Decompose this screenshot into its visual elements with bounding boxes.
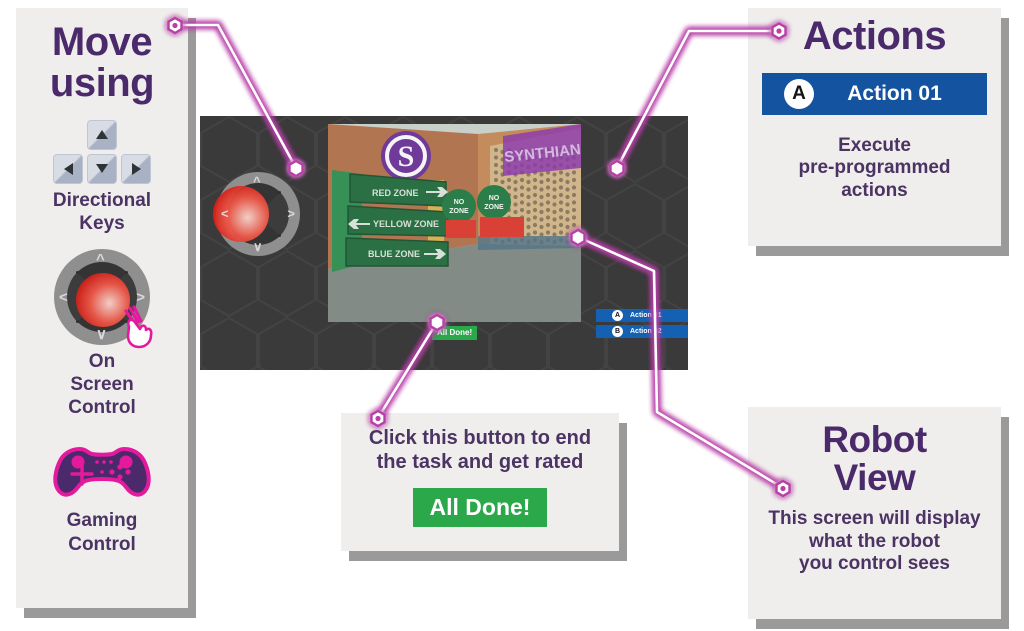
actions-desc-line2: pre-programmed [798, 157, 951, 179]
joystick-up-icon: ^ [96, 250, 105, 268]
sim-joystick-right-icon[interactable]: > [287, 207, 295, 220]
gamepad-icon [53, 447, 151, 498]
sim-joystick-up-icon[interactable]: ^ [253, 175, 261, 188]
robot-view-desc-line3: you control sees [799, 553, 950, 575]
on-screen-control-label-line3: Control [68, 397, 136, 419]
sim-action-b-badge: B [612, 326, 623, 337]
gaming-control-label-line1: Gaming [66, 510, 138, 532]
sim-action-a-label: Action 01 [630, 312, 662, 319]
sidebar-title-line1: Move [51, 20, 153, 64]
sim-joystick-left-icon[interactable]: < [221, 207, 229, 220]
sim-action-button-b[interactable]: B Action 02 [596, 325, 688, 338]
on-screen-control-label-line1: On [88, 350, 116, 372]
sidebar-title-line2: using [49, 60, 155, 105]
all-done-desc-line2: the task and get rated [376, 450, 584, 473]
key-up-icon[interactable] [87, 119, 117, 150]
all-done-callout-card: Click this button to end the task and ge… [341, 413, 619, 551]
onscreen-joystick-icon: ^ ∨ < > [54, 248, 153, 349]
key-down-icon[interactable] [87, 153, 117, 184]
sidebar-item-on-screen-control[interactable]: ^ ∨ < > On Screen Control [16, 248, 188, 420]
actions-desc-line1: Execute [838, 134, 911, 156]
key-right-icon[interactable] [121, 153, 151, 184]
camera-scene: SYNTHIAN S RED ZONE YELLOW ZONE BLUE ZON… [328, 124, 581, 322]
robot-camera-feed: SYNTHIAN S RED ZONE YELLOW ZONE BLUE ZON… [328, 124, 581, 322]
all-done-description: Click this button to end the task and ge… [341, 427, 619, 474]
action-01-button[interactable]: A Action 01 [762, 72, 987, 115]
sim-onscreen-joystick[interactable]: ^ ∨ < > [213, 172, 300, 256]
key-left-icon[interactable] [53, 153, 83, 184]
sim-action-a-badge: A [612, 310, 623, 321]
sim-all-done-button[interactable]: All Done! [432, 326, 478, 340]
directional-keys-label-line1: Directional [52, 189, 152, 211]
sim-action-button-a[interactable]: A Action 01 [596, 309, 688, 322]
sidebar-item-gaming-control[interactable]: Gaming Control [16, 431, 188, 555]
robot-view-title-line2: View [833, 456, 916, 498]
actions-desc-line3: actions [841, 179, 908, 201]
actions-card-title: Actions [802, 14, 947, 58]
robot-view-title: Robot View [748, 421, 1001, 496]
robot-view-title-line1: Robot [822, 419, 927, 460]
directional-keys-label-line2: Keys [79, 212, 125, 234]
on-screen-control-label-line2: Screen [70, 374, 134, 396]
tutorial-overlay-screen: Move using Directional Keys ^ ∨ < > On S… [0, 0, 1024, 631]
directional-keys-label: Directional Keys [16, 189, 188, 235]
action-01-label: Action 01 [847, 81, 942, 105]
robot-view-callout-card: Robot View This screen will display what… [748, 407, 1001, 619]
sim-joystick-down-icon[interactable]: ∨ [253, 240, 263, 253]
gaming-control-label-line2: Control [68, 533, 136, 555]
robot-view-desc-line2: what the robot [809, 530, 940, 552]
actions-card-description: Execute pre-programmed actions [748, 135, 1001, 202]
joystick-down-icon: ∨ [96, 325, 107, 343]
sim-action-button-list: A Action 01 B Action 02 [596, 309, 688, 341]
all-done-button[interactable]: All Done! [412, 488, 548, 528]
sidebar-item-directional-keys[interactable]: Directional Keys [16, 119, 188, 235]
sidebar-title: Move using [22, 22, 182, 104]
actions-callout-card: Actions A Action 01 Execute pre-programm… [748, 8, 1001, 246]
joystick-right-icon: > [136, 288, 145, 306]
sim-action-b-label: Action 02 [630, 328, 662, 335]
robot-view-description: This screen will display what the robot … [748, 508, 1001, 575]
hand-pointer-icon [124, 305, 153, 349]
directional-keys-icon [50, 119, 154, 184]
gaming-control-label: Gaming Control [16, 509, 188, 555]
all-done-desc-line1: Click this button to end [368, 427, 592, 449]
move-using-sidebar: Move using Directional Keys ^ ∨ < > On S… [16, 8, 188, 608]
on-screen-control-label: On Screen Control [16, 350, 188, 420]
robot-view-desc-line1: This screen will display [768, 508, 981, 530]
joystick-left-icon: < [59, 288, 68, 306]
simulation-window: ^ ∨ < > SYNTHIAN S RED ZONE YELLOW ZONE … [200, 116, 688, 370]
